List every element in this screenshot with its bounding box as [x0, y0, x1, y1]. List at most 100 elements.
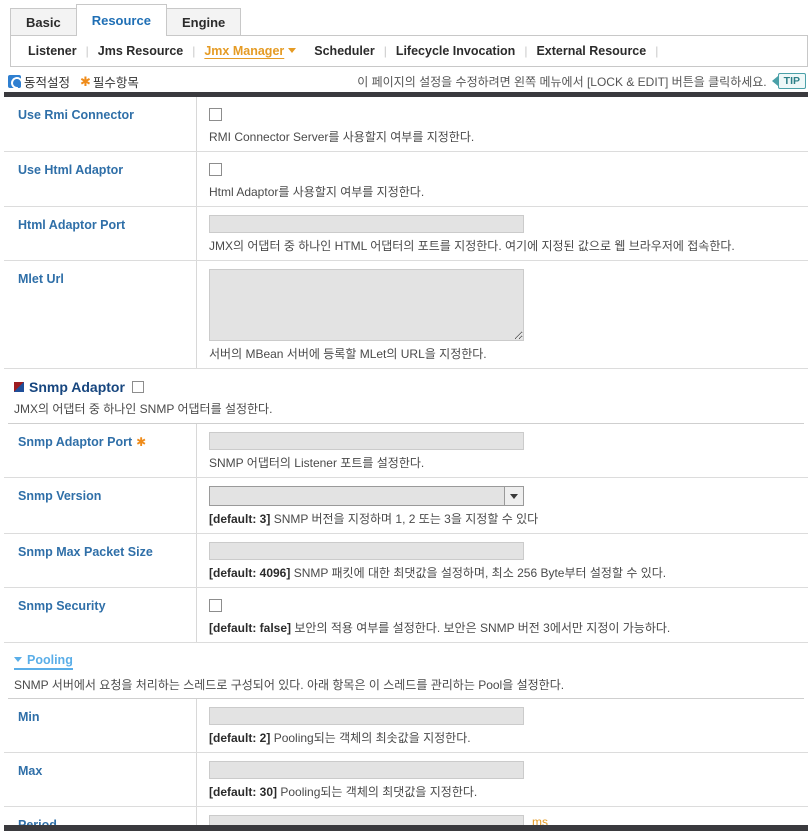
subnav-item-lifecycle-invocation-label: Lifecycle Invocation: [395, 44, 516, 58]
field-description-text: Pooling되는 객체의 최솟값을 지정한다.: [273, 730, 471, 745]
tab-resource[interactable]: Resource: [75, 4, 167, 36]
field-label: Use Rmi Connector: [18, 108, 134, 122]
tab-basic[interactable]: Basic: [10, 8, 77, 36]
field-control: [default: 30] Pooling되는 객체의 최댓값을 지정한다.: [196, 752, 808, 806]
snmp-max-packet-size-input[interactable]: [209, 542, 524, 560]
field-label: Snmp Max Packet Size: [18, 545, 153, 559]
subnav-item-listener-label: Listener: [28, 44, 77, 58]
pooling-section-header: Pooling SNMP 서버에서 요청을 처리하는 스레드로 구성되어 있다.…: [4, 643, 808, 698]
table-row: Min [default: 2] Pooling되는 객체의 최솟값을 지정한다…: [4, 698, 808, 753]
field-default: [default: 30]: [209, 784, 278, 799]
table-row: Use Html Adaptor Html Adaptor를 사용할지 여부를 …: [4, 152, 808, 207]
tab-resource-label: Resource: [91, 13, 151, 28]
field-description: RMI Connector Server를 사용할지 여부를 지정한다.: [209, 130, 475, 144]
table-row: Snmp Version [default: 3] SNMP 버전을 지정하며 …: [4, 478, 808, 534]
field-label: Use Html Adaptor: [18, 163, 124, 177]
table-row: Snmp Adaptor Port ✱ SNMP 어댑터의 Listener 포트…: [4, 424, 808, 478]
field-description-text: Pooling되는 객체의 최댓값을 지정한다.: [280, 784, 478, 799]
settings-panel: Use Rmi Connector RMI Connector Server를 …: [0, 97, 812, 831]
table-row: Snmp Max Packet Size [default: 4096] SNM…: [4, 534, 808, 588]
field-control: [default: 4096] SNMP 패킷에 대한 최댓값을 설정하며, 최…: [196, 534, 808, 587]
subnav-item-jmx-manager[interactable]: Jmx Manager: [195, 36, 305, 66]
legend-required-field: ✱ 필수항목: [80, 72, 139, 91]
field-control: [default: 3] SNMP 버전을 지정하며 1, 2 또는 3을 지정…: [196, 478, 808, 533]
field-default: [default: false]: [209, 621, 292, 635]
field-control: JMX의 어댑터 중 하나인 HTML 어댑터의 포트를 지정한다. 여기에 지…: [196, 207, 808, 260]
field-description: Html Adaptor를 사용할지 여부를 지정한다.: [209, 185, 425, 199]
subnav-item-scheduler[interactable]: Scheduler: [305, 36, 383, 66]
field-control: [default: 2] Pooling되는 객체의 최솟값을 지정한다.: [196, 698, 808, 752]
field-description: [default: 30] Pooling되는 객체의 최댓값을 지정한다.: [209, 784, 808, 800]
subnav-item-scheduler-label: Scheduler: [314, 44, 375, 58]
tab-basic-label: Basic: [26, 15, 61, 30]
subnav-item-jms-resource[interactable]: Jms Resource: [89, 36, 192, 66]
table-row: Snmp Security [default: false] 보안의 적용 여부…: [4, 588, 808, 643]
field-description: [default: 2] Pooling되는 객체의 최솟값을 지정한다.: [209, 730, 808, 746]
table-row: Max [default: 30] Pooling되는 객체의 최댓값을 지정한…: [4, 752, 808, 807]
field-description-text: 보안의 적용 여부를 설정한다. 보안은 SNMP 버전 3에서만 지정이 가능…: [294, 621, 671, 635]
snmp-adaptor-section-header: Snmp Adaptor JMX의 어댑터 중 하나인 SNMP 어댑터를 설정…: [4, 369, 808, 423]
asterisk-icon: ✱: [80, 73, 91, 89]
subnav-item-lifecycle-invocation[interactable]: Lifecycle Invocation: [387, 36, 524, 66]
table-row: Html Adaptor Port JMX의 어댑터 중 하나인 HTML 어댑…: [4, 207, 808, 261]
field-label: Snmp Security: [18, 599, 106, 613]
field-description: SNMP 어댑터의 Listener 포트를 설정한다.: [209, 456, 425, 470]
pooling-toggle[interactable]: Pooling: [14, 653, 73, 670]
legend-dynamic-setting: 동적설정: [8, 72, 70, 91]
field-control: RMI Connector Server를 사용할지 여부를 지정한다.: [196, 97, 808, 151]
snmp-adaptor-title: Snmp Adaptor: [29, 379, 125, 395]
subnav-item-jmx-manager-label: Jmx Manager: [204, 44, 285, 58]
legend-required-label: 필수항목: [92, 75, 139, 90]
field-control: SNMP 어댑터의 Listener 포트를 설정한다.: [196, 424, 808, 477]
use-html-adaptor-checkbox[interactable]: [209, 163, 222, 176]
asterisk-icon: ✱: [136, 435, 147, 449]
snmp-adaptor-description: JMX의 어댑터 중 하나인 SNMP 어댑터를 설정한다.: [14, 402, 273, 416]
field-label: Html Adaptor Port: [18, 218, 126, 232]
pooling-min-input[interactable]: [209, 706, 524, 725]
sub-navigation: Listener | Jms Resource | Jmx Manager Sc…: [10, 35, 808, 67]
subnav-item-jms-resource-label: Jms Resource: [97, 44, 184, 58]
field-label: Snmp Adaptor Port ✱: [4, 424, 196, 477]
field-description-text: SNMP 패킷에 대한 최댓값을 설정하며, 최소 256 Byte부터 설정할…: [293, 566, 667, 580]
legend-dynamic-label: 동적설정: [24, 75, 71, 90]
html-adaptor-port-input[interactable]: [209, 215, 524, 233]
field-label: Mlet Url: [18, 272, 64, 286]
tab-engine-label: Engine: [181, 15, 226, 30]
snmp-version-select[interactable]: [209, 486, 524, 506]
legend-group: 동적설정 ✱ 필수항목: [8, 72, 139, 91]
field-label: Min: [18, 709, 40, 724]
field-description: JMX의 어댑터 중 하나인 HTML 어댑터의 포트를 지정한다. 여기에 지…: [209, 239, 735, 253]
pooling-max-input[interactable]: [209, 760, 524, 779]
chevron-down-icon[interactable]: [504, 487, 523, 505]
primary-tabbar: Basic Resource Engine: [0, 0, 812, 36]
flag-icon: [14, 382, 24, 392]
field-label-text: Snmp Adaptor Port: [18, 435, 133, 449]
tab-engine[interactable]: Engine: [165, 8, 242, 36]
field-control: [default: false] 보안의 적용 여부를 설정한다. 보안은 SN…: [196, 588, 808, 642]
notice-group: 이 페이지의 설정을 수정하려면 왼쪽 메뉴에서 [LOCK & EDIT] 버…: [357, 73, 806, 90]
snmp-security-checkbox[interactable]: [209, 599, 222, 612]
snmp-adaptor-port-input[interactable]: [209, 432, 524, 450]
field-control: 서버의 MBean 서버에 등록할 MLet의 URL을 지정한다.: [196, 261, 808, 368]
field-description: [default: 3] SNMP 버전을 지정하며 1, 2 또는 3을 지정…: [209, 511, 808, 527]
field-default: [default: 2]: [209, 730, 271, 745]
subnav-item-external-resource-label: External Resource: [536, 44, 647, 58]
subnav-item-listener[interactable]: Listener: [19, 36, 86, 66]
tip-badge[interactable]: TIP: [771, 73, 806, 89]
use-rmi-connector-checkbox[interactable]: [209, 108, 222, 121]
subnav-item-external-resource[interactable]: External Resource: [527, 36, 655, 66]
refresh-icon: [8, 74, 21, 88]
field-control: Html Adaptor를 사용할지 여부를 지정한다.: [196, 152, 808, 206]
chevron-down-icon[interactable]: [288, 48, 297, 54]
legend-bar: 동적설정 ✱ 필수항목 이 페이지의 설정을 수정하려면 왼쪽 메뉴에서 [LO…: [0, 70, 812, 92]
triangle-down-icon: [14, 657, 22, 662]
pooling-description: SNMP 서버에서 요청을 처리하는 스레드로 구성되어 있다. 아래 항목은 …: [14, 677, 565, 692]
section-title-row: Snmp Adaptor: [14, 379, 808, 395]
table-bottom-bar: [4, 825, 808, 831]
field-default: [default: 4096]: [209, 566, 291, 580]
snmp-adaptor-enable-checkbox[interactable]: [131, 381, 144, 393]
field-description: 서버의 MBean 서버에 등록할 MLet의 URL을 지정한다.: [209, 347, 487, 361]
mlet-url-textarea[interactable]: [209, 269, 524, 341]
lock-edit-notice: 이 페이지의 설정을 수정하려면 왼쪽 메뉴에서 [LOCK & EDIT] 버…: [357, 74, 767, 89]
tip-label: TIP: [777, 73, 806, 89]
